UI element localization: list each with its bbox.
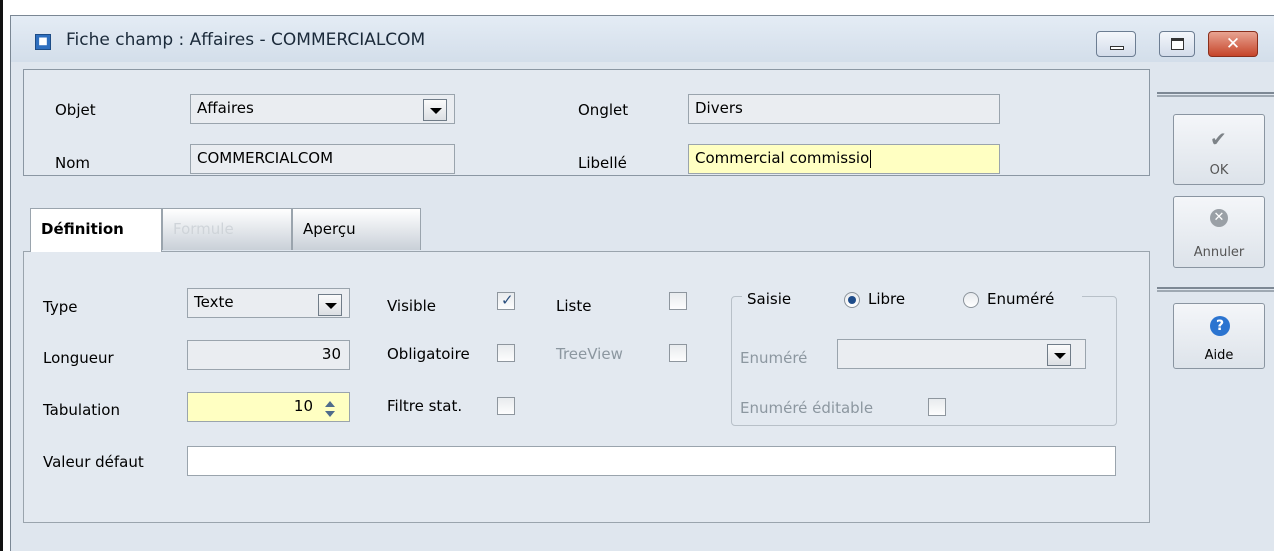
type-label: Type bbox=[43, 298, 78, 316]
type-dropdown-button[interactable] bbox=[318, 294, 342, 316]
liste-label: Liste bbox=[556, 297, 592, 315]
objet-select[interactable]: Affaires bbox=[190, 94, 455, 124]
tab-apercu[interactable]: Aperçu bbox=[292, 208, 421, 250]
record-icon: ■ bbox=[35, 34, 51, 50]
longueur-label: Longueur bbox=[43, 349, 114, 367]
checkmark-icon: ✓ bbox=[501, 291, 514, 309]
tabulation-label: Tabulation bbox=[43, 401, 120, 419]
saisie-label: Saisie bbox=[747, 290, 792, 308]
annuler-label: Annuler bbox=[1193, 245, 1245, 260]
checkmark-icon: ✔ bbox=[1210, 127, 1227, 151]
left-edge bbox=[0, 0, 3, 551]
tabulation-value: 10 bbox=[293, 397, 313, 415]
maximize-button[interactable] bbox=[1159, 31, 1195, 57]
libre-radio[interactable] bbox=[844, 292, 860, 308]
type-value: Texte bbox=[194, 293, 234, 311]
objet-value: Affaires bbox=[197, 99, 254, 117]
chevron-down-icon bbox=[1054, 353, 1066, 359]
longueur-field[interactable]: 30 bbox=[187, 340, 350, 370]
spin-up-icon[interactable] bbox=[325, 401, 335, 407]
cancel-icon: ✕ bbox=[1210, 209, 1228, 227]
nom-value: COMMERCIALCOM bbox=[197, 149, 334, 167]
valeur-defaut-label: Valeur défaut bbox=[43, 453, 144, 471]
liste-checkbox[interactable] bbox=[669, 292, 687, 310]
visible-checkbox[interactable]: ✓ bbox=[497, 291, 515, 310]
enumere-dropdown-button bbox=[1047, 344, 1071, 366]
spin-down-icon[interactable] bbox=[325, 411, 335, 417]
aide-button[interactable]: ? Aide bbox=[1173, 303, 1265, 369]
separator-middle bbox=[1157, 287, 1274, 292]
visible-label: Visible bbox=[387, 297, 436, 315]
nom-label: Nom bbox=[55, 154, 91, 172]
chevron-down-icon bbox=[325, 303, 337, 309]
libre-label[interactable]: Libre bbox=[868, 290, 905, 308]
enumere-editable-checkbox bbox=[928, 398, 946, 416]
tab-definition[interactable]: Définition bbox=[30, 208, 162, 252]
ok-button[interactable]: ✔ OK bbox=[1173, 114, 1265, 185]
tabulation-spinner[interactable] bbox=[318, 397, 342, 423]
filtre-stat-checkbox[interactable] bbox=[497, 397, 515, 415]
close-icon: ✕ bbox=[1225, 34, 1241, 54]
enumere-radio-label[interactable]: Enuméré bbox=[987, 290, 1054, 308]
onglet-label: Onglet bbox=[578, 101, 629, 119]
longueur-value: 30 bbox=[321, 345, 341, 363]
enumere-field-label: Enuméré bbox=[740, 349, 808, 367]
radio-dot-icon bbox=[848, 296, 856, 304]
libelle-value: Commercial commissio bbox=[695, 149, 870, 167]
enumere-editable-label: Enuméré éditable bbox=[740, 399, 874, 417]
filtre-stat-label: Filtre stat. bbox=[387, 397, 463, 415]
objet-label: Objet bbox=[55, 101, 96, 119]
treeview-label: TreeView bbox=[556, 345, 623, 363]
aide-label: Aide bbox=[1204, 348, 1234, 363]
obligatoire-checkbox[interactable] bbox=[497, 344, 515, 362]
window-title: Fiche champ : Affaires - COMMERCIALCOM bbox=[66, 30, 426, 50]
text-caret bbox=[870, 149, 872, 168]
tab-formule: Formule bbox=[162, 208, 292, 250]
obligatoire-label: Obligatoire bbox=[387, 345, 470, 363]
close-button[interactable]: ✕ bbox=[1208, 31, 1258, 57]
minimize-icon bbox=[1110, 46, 1124, 50]
enumere-radio[interactable] bbox=[963, 292, 979, 308]
onglet-field[interactable]: Divers bbox=[688, 94, 1000, 124]
nom-field[interactable]: COMMERCIALCOM bbox=[190, 144, 455, 174]
libelle-label: Libellé bbox=[578, 154, 627, 172]
maximize-icon bbox=[1171, 38, 1184, 50]
help-icon: ? bbox=[1210, 316, 1230, 336]
treeview-checkbox bbox=[669, 344, 687, 362]
onglet-value: Divers bbox=[695, 99, 743, 117]
objet-dropdown-button[interactable] bbox=[423, 99, 447, 121]
libelle-field[interactable]: Commercial commissio bbox=[688, 144, 1000, 174]
ok-label: OK bbox=[1209, 163, 1229, 178]
title-bar[interactable]: ■ Fiche champ : Affaires - COMMERCIALCOM… bbox=[11, 16, 1274, 62]
valeur-defaut-field[interactable] bbox=[187, 446, 1116, 476]
annuler-button[interactable]: ✕ Annuler bbox=[1173, 196, 1265, 268]
chevron-down-icon bbox=[430, 108, 442, 114]
minimize-button[interactable] bbox=[1096, 31, 1136, 57]
separator-top bbox=[1157, 92, 1274, 97]
